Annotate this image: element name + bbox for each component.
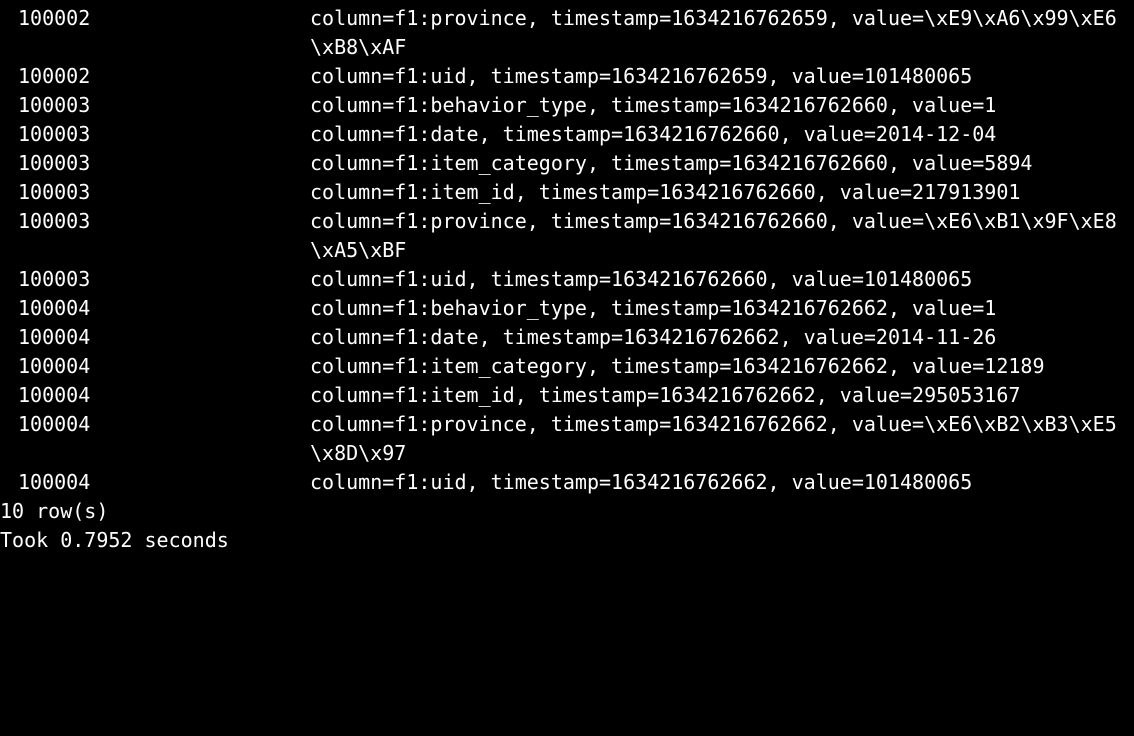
row-cell: column=f1:province, timestamp=1634216762… xyxy=(310,4,1134,62)
row-cell: column=f1:item_id, timestamp=16342167626… xyxy=(310,178,1134,207)
result-row: 100004column=f1:item_id, timestamp=16342… xyxy=(0,381,1134,410)
row-count: 10 row(s) xyxy=(0,497,1134,526)
row-cell: column=f1:item_category, timestamp=16342… xyxy=(310,149,1134,178)
row-key: 100002 xyxy=(0,62,310,91)
row-cell: column=f1:item_id, timestamp=16342167626… xyxy=(310,381,1134,410)
row-cell: column=f1:behavior_type, timestamp=16342… xyxy=(310,294,1134,323)
row-key: 100003 xyxy=(0,120,310,149)
result-row: 100004column=f1:item_category, timestamp… xyxy=(0,352,1134,381)
row-cell: column=f1:date, timestamp=1634216762662,… xyxy=(310,323,1134,352)
row-cell: column=f1:province, timestamp=1634216762… xyxy=(310,207,1134,265)
result-row: 100002column=f1:province, timestamp=1634… xyxy=(0,4,1134,62)
row-key: 100004 xyxy=(0,294,310,323)
terminal-output: 100002column=f1:province, timestamp=1634… xyxy=(0,4,1134,497)
row-key: 100004 xyxy=(0,410,310,439)
result-row: 100004column=f1:behavior_type, timestamp… xyxy=(0,294,1134,323)
result-row: 100004column=f1:uid, timestamp=163421676… xyxy=(0,468,1134,497)
result-row: 100002column=f1:uid, timestamp=163421676… xyxy=(0,62,1134,91)
row-key: 100004 xyxy=(0,381,310,410)
row-key: 100002 xyxy=(0,4,310,33)
time-taken: Took 0.7952 seconds xyxy=(0,526,1134,555)
result-row: 100003column=f1:behavior_type, timestamp… xyxy=(0,91,1134,120)
result-row: 100004column=f1:date, timestamp=16342167… xyxy=(0,323,1134,352)
row-cell: column=f1:uid, timestamp=1634216762662, … xyxy=(310,468,1134,497)
row-key: 100003 xyxy=(0,149,310,178)
row-key: 100004 xyxy=(0,468,310,497)
row-cell: column=f1:behavior_type, timestamp=16342… xyxy=(310,91,1134,120)
result-row: 100003column=f1:date, timestamp=16342167… xyxy=(0,120,1134,149)
result-row: 100003column=f1:province, timestamp=1634… xyxy=(0,207,1134,265)
row-key: 100004 xyxy=(0,352,310,381)
row-key: 100003 xyxy=(0,265,310,294)
row-cell: column=f1:uid, timestamp=1634216762659, … xyxy=(310,62,1134,91)
result-row: 100003column=f1:uid, timestamp=163421676… xyxy=(0,265,1134,294)
result-row: 100004column=f1:province, timestamp=1634… xyxy=(0,410,1134,468)
row-cell: column=f1:date, timestamp=1634216762660,… xyxy=(310,120,1134,149)
row-key: 100003 xyxy=(0,178,310,207)
result-row: 100003column=f1:item_id, timestamp=16342… xyxy=(0,178,1134,207)
result-row: 100003column=f1:item_category, timestamp… xyxy=(0,149,1134,178)
row-key: 100004 xyxy=(0,323,310,352)
row-cell: column=f1:item_category, timestamp=16342… xyxy=(310,352,1134,381)
row-cell: column=f1:uid, timestamp=1634216762660, … xyxy=(310,265,1134,294)
row-key: 100003 xyxy=(0,207,310,236)
row-cell: column=f1:province, timestamp=1634216762… xyxy=(310,410,1134,468)
row-key: 100003 xyxy=(0,91,310,120)
